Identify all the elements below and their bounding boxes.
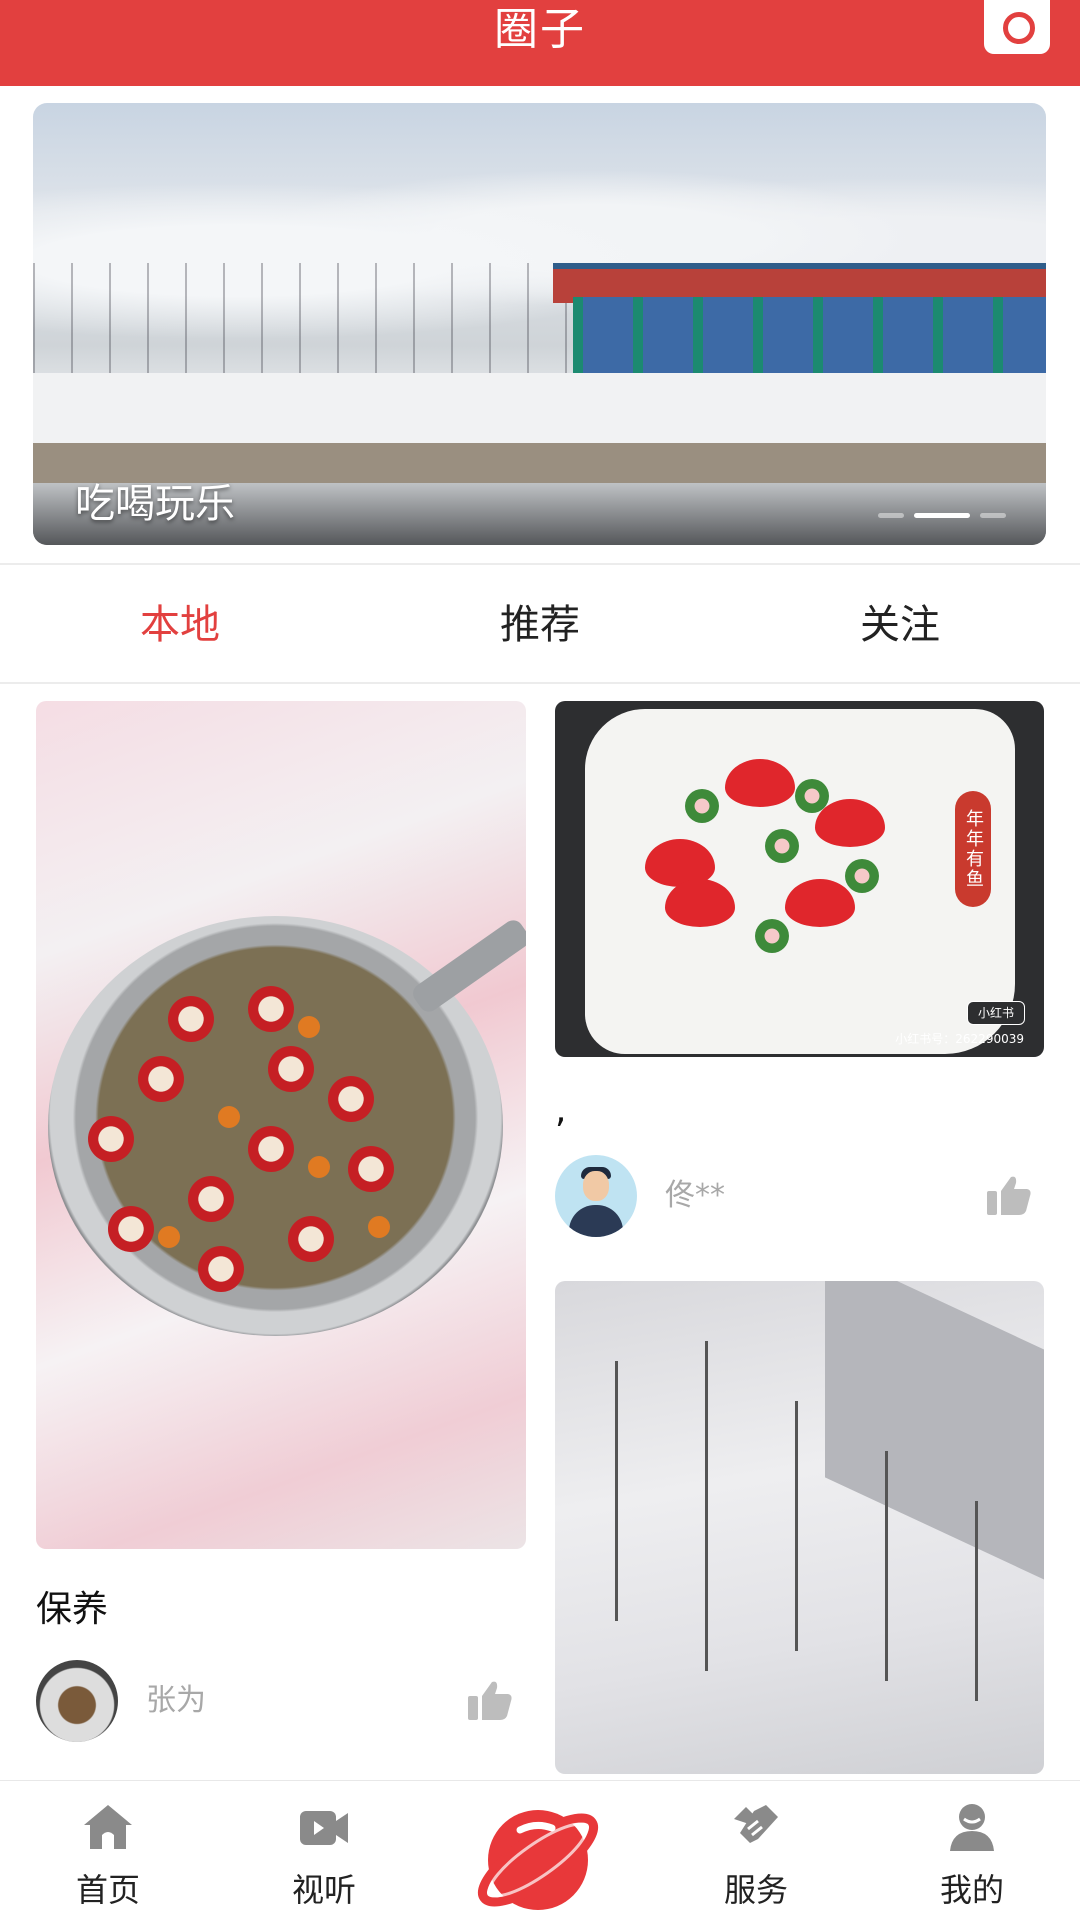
nav-label: 首页 — [75, 1871, 140, 1909]
post-image-snow-scene[interactable] — [555, 1281, 1044, 1774]
divider — [0, 682, 1080, 684]
author-name[interactable]: 张为 — [146, 1660, 206, 1742]
user-icon — [950, 1804, 994, 1851]
thumbs-up-icon[interactable] — [985, 1173, 1033, 1217]
carousel-dot[interactable] — [878, 513, 904, 518]
carousel-dot[interactable] — [980, 513, 1006, 518]
banner-caption: 吃喝玩乐 — [75, 481, 235, 527]
image-seal-text: 年年有鱼 — [955, 791, 991, 907]
watermark-text: 小红书号：262290039 — [895, 1032, 1024, 1046]
carousel-indicator — [878, 513, 1006, 518]
tab-recommend[interactable]: 推荐 — [360, 566, 720, 684]
nav-label: 服务 — [723, 1871, 788, 1909]
banner-carousel[interactable]: 吃喝玩乐 — [33, 103, 1046, 545]
post-image-strawberries[interactable]: 年年有鱼 小红书 小红书号：262290039 — [555, 701, 1044, 1057]
post-image-soup[interactable] — [36, 701, 526, 1549]
avatar[interactable] — [36, 1660, 118, 1742]
planet-icon[interactable] — [476, 1796, 604, 1924]
nav-mine[interactable]: 我的 — [864, 1781, 1080, 1921]
nav-service[interactable]: 服务 — [648, 1781, 864, 1921]
home-icon — [84, 1805, 132, 1849]
carousel-dot-active[interactable] — [914, 513, 970, 518]
page-title: 圈子 — [494, 4, 586, 55]
post-title[interactable]: , — [555, 1090, 566, 1131]
camera-icon[interactable] — [984, 0, 1050, 54]
avatar[interactable] — [555, 1155, 637, 1237]
watermark-badge: 小红书 — [967, 1001, 1025, 1025]
tab-local[interactable]: 本地 — [0, 566, 360, 684]
feed-tabs: 本地 推荐 关注 — [0, 566, 1080, 684]
nav-home[interactable]: 首页 — [0, 1781, 216, 1921]
post-author-row: 佟** — [555, 1155, 1044, 1239]
top-bar: 圈子 — [0, 0, 1080, 86]
handshake-icon — [734, 1805, 778, 1843]
tab-follow[interactable]: 关注 — [720, 566, 1080, 684]
video-camera-icon — [300, 1811, 348, 1845]
nav-video[interactable]: 视听 — [216, 1781, 432, 1921]
nav-label: 我的 — [939, 1871, 1004, 1909]
divider — [0, 563, 1080, 565]
author-name[interactable]: 佟** — [665, 1155, 725, 1237]
post-author-row: 张为 — [36, 1660, 526, 1744]
thumbs-up-icon[interactable] — [466, 1678, 514, 1722]
nav-label: 视听 — [291, 1871, 356, 1909]
post-title[interactable]: 保养 — [36, 1580, 108, 1632]
